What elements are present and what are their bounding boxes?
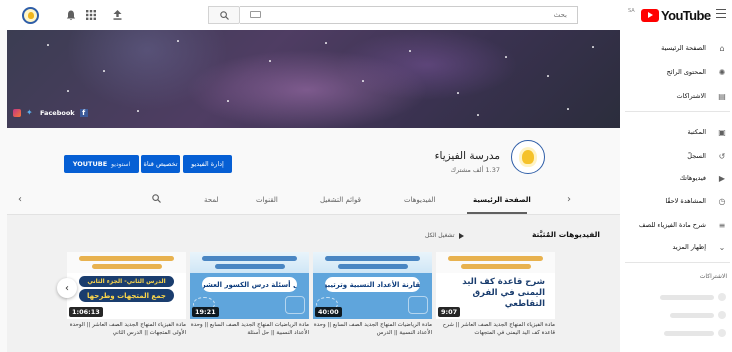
sidebar-item-library[interactable]: المكتبة ▣	[628, 124, 732, 140]
tabs-scroll-right-icon[interactable]: ›	[567, 194, 571, 205]
tab-channels[interactable]: القنوات	[256, 196, 278, 204]
library-icon: ▣	[718, 127, 726, 137]
history-icon: ↺	[718, 151, 726, 161]
hamburger-menu-icon[interactable]	[716, 9, 726, 18]
thumbnail-text: حل أسئلة درس الكسور العشرية	[202, 277, 297, 292]
thumbnail-subtext: الدرس الثاني- الجزء الثاني	[79, 276, 174, 287]
chevron-down-icon: ⌄	[718, 242, 726, 252]
sidebar-item-watch-later[interactable]: المشاهدة لاحقًا ◷	[628, 193, 732, 209]
subscriber-count: 1.37 ألف مشترك	[450, 166, 500, 174]
masthead: SA YouTube	[0, 0, 732, 30]
subscription-avatar	[718, 293, 726, 301]
sidebar-divider	[625, 111, 730, 112]
video-thumbnail[interactable]: حل أسئلة درس الكسور العشرية 19:21	[190, 252, 309, 319]
sidebar-item-label: المكتبة	[687, 128, 706, 136]
shelf-title: الفيديوهات المُثبَّتة	[531, 230, 600, 239]
tab-home[interactable]: الصفحة الرئيسية	[473, 196, 531, 204]
explore-icon: ✺	[718, 67, 726, 77]
watch-later-icon: ◷	[718, 196, 726, 206]
sidebar-item-label: إظهار المزيد	[672, 243, 706, 251]
subscription-avatar	[718, 311, 726, 319]
video-thumbnail[interactable]: مقارنة الأعداد النسبية وترتيبها 40:00	[313, 252, 432, 319]
facebook-icon[interactable]: f	[79, 109, 88, 117]
subscription-placeholder[interactable]	[670, 313, 714, 318]
facebook-link-label[interactable]: Facebook	[40, 109, 75, 117]
video-title[interactable]: مادة الفيزياء المنهاج الجديد الصف العاشر…	[436, 322, 555, 350]
channel-search-icon[interactable]	[152, 194, 161, 206]
your-videos-icon: ▶	[718, 173, 726, 183]
youtube-studio-button[interactable]: YOUTUBE استوديو	[64, 155, 139, 173]
tab-playlists[interactable]: قوائم التشغيل	[320, 196, 361, 204]
video-thumbnail[interactable]: شرح قاعدة كف اليد اليمنى في الفرق التقاط…	[436, 252, 555, 319]
sidebar-item-label: الصفحة الرئيسية	[661, 44, 706, 52]
search-button[interactable]	[208, 6, 240, 24]
thumbnail-text: جمع المتجهات وطرحها	[79, 289, 174, 302]
sidebar-item-explore[interactable]: المحتوى الرائج ✺	[628, 64, 732, 80]
youtube-logo[interactable]: YouTube	[641, 7, 711, 23]
sidebar-item-history[interactable]: السجلّ ↺	[628, 148, 732, 164]
sidebar-item-playlist[interactable]: شرح مادة الفيزياء للصف ≡	[628, 217, 732, 233]
tab-about[interactable]: لمحة	[204, 196, 218, 204]
play-icon	[458, 232, 464, 239]
youtube-play-icon	[641, 8, 659, 22]
subscription-placeholder[interactable]	[660, 295, 714, 300]
sidebar-item-subscriptions[interactable]: الاشتراكات ▤	[628, 88, 732, 104]
studio-small-label: استوديو	[111, 160, 131, 168]
manage-videos-button[interactable]: إدارة الفيديو	[183, 155, 232, 173]
logo-text: YouTube	[661, 7, 711, 23]
country-code: SA	[628, 8, 635, 14]
lightbulb-icon	[522, 150, 534, 164]
sidebar-item-home[interactable]: الصفحة الرئيسية ⌂	[628, 40, 732, 56]
search-input[interactable]	[240, 6, 578, 24]
sidebar-item-label: المشاهدة لاحقًا	[665, 197, 706, 205]
sidebar-item-label: السجلّ	[687, 152, 706, 160]
subscription-avatar	[718, 329, 726, 337]
shelf-previous-button[interactable]: ‹	[57, 278, 77, 298]
keyboard-icon[interactable]	[250, 11, 261, 18]
bell-icon[interactable]	[64, 8, 78, 22]
banner-links: ✦ Facebook f	[13, 109, 88, 117]
thumbnail-text: مقارنة الأعداد النسبية وترتيبها	[325, 277, 420, 292]
play-all-label: تشغيل الكل	[425, 232, 455, 239]
studio-main-label: YOUTUBE	[72, 160, 108, 168]
thumbnail-text: شرح قاعدة كف اليد اليمنى في الفرق التقاط…	[462, 277, 545, 309]
sidebar-item-label: شرح مادة الفيزياء للصف	[638, 221, 706, 229]
home-icon: ⌂	[719, 43, 725, 53]
video-title[interactable]: مادة الرياضيات المنهاج الجديد الصف الساب…	[313, 322, 432, 350]
account-avatar[interactable]	[22, 7, 39, 24]
sidebar-item-label: الاشتراكات	[676, 92, 706, 100]
channel-avatar	[511, 140, 545, 174]
video-duration: 19:21	[192, 307, 219, 317]
customize-channel-button[interactable]: تخصيص قناة	[141, 155, 180, 173]
subscriptions-section-title: الاشتراكات	[699, 273, 727, 280]
instagram-icon[interactable]	[13, 109, 21, 117]
video-duration: 1:06:13	[69, 307, 103, 317]
subscription-placeholder[interactable]	[664, 331, 714, 336]
sidebar-item-label: فيديوهاتك	[679, 174, 706, 182]
video-title[interactable]: مادة الرياضيات المنهاج الجديد الصف الساب…	[190, 322, 309, 350]
playlist-icon: ≡	[718, 220, 726, 230]
video-duration: 40:00	[315, 307, 342, 317]
channel-banner	[7, 30, 620, 128]
twitter-icon[interactable]: ✦	[26, 109, 35, 117]
sidebar-item-label: المحتوى الرائج	[666, 68, 706, 76]
subscriptions-icon: ▤	[718, 91, 726, 101]
channel-name: مدرسة الفيزياء	[434, 150, 500, 162]
tabs-scroll-left-icon[interactable]: ‹	[18, 194, 22, 205]
video-thumbnail[interactable]: الدرس الثاني- الجزء الثاني جمع المتجهات …	[67, 252, 186, 319]
sidebar-item-show-more[interactable]: إظهار المزيد ⌄	[628, 239, 732, 255]
video-duration: 9:07	[438, 307, 461, 317]
play-all-button[interactable]: تشغيل الكل	[425, 232, 464, 239]
tab-videos[interactable]: الفيديوهات	[404, 196, 435, 204]
apps-grid-icon[interactable]	[84, 8, 98, 22]
search-icon	[219, 10, 229, 20]
sidebar-divider	[625, 262, 730, 263]
sidebar-item-your-videos[interactable]: فيديوهاتك ▶	[628, 170, 732, 186]
video-title[interactable]: مادة الفيزياء المنهاج الجديد الصف العاشر…	[67, 322, 186, 350]
upload-icon[interactable]	[110, 8, 124, 22]
